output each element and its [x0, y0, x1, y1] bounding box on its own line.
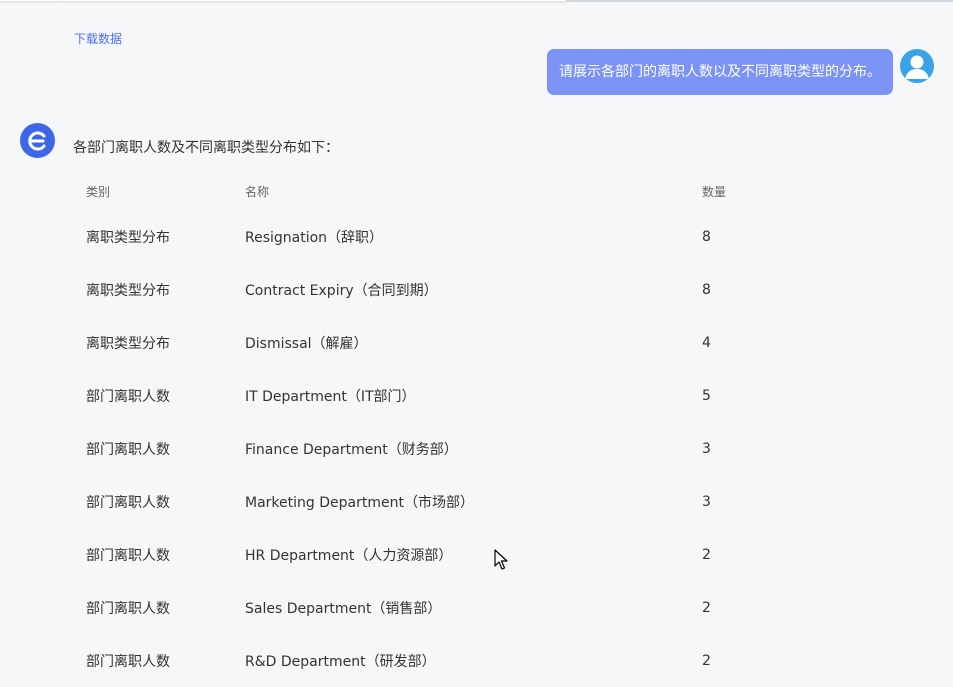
cell-count: 3 — [702, 440, 711, 457]
cell-category: 离职类型分布 — [86, 229, 170, 246]
table-row: 离职类型分布 Contract Expiry（合同到期） 8 — [86, 263, 846, 316]
cell-count: 2 — [702, 652, 711, 669]
cell-category: 部门离职人数 — [86, 388, 170, 405]
table-row: 部门离职人数 HR Department（人力资源部） 2 — [86, 528, 846, 581]
cell-count: 4 — [702, 334, 711, 351]
resignation-table: 类别 名称 数量 离职类型分布 Resignation（辞职） 8 离职类型分布… — [86, 172, 846, 687]
cell-name: Marketing Department（市场部） — [245, 494, 474, 511]
cell-category: 部门离职人数 — [86, 494, 170, 511]
user-message-bubble: 请展示各部门的离职人数以及不同离职类型的分布。 — [547, 49, 893, 95]
header-name: 名称 — [245, 184, 270, 199]
cell-count: 2 — [702, 546, 711, 563]
table-row: 离职类型分布 Resignation（辞职） 8 — [86, 210, 846, 263]
mouse-cursor-icon — [494, 549, 508, 575]
bot-logo-icon — [20, 123, 55, 158]
table-row: 部门离职人数 R&D Department（研发部） 2 — [86, 634, 846, 687]
cell-category: 部门离职人数 — [86, 547, 170, 564]
card-separator — [0, 0, 61, 1]
download-data-link[interactable]: 下载数据 — [74, 30, 122, 47]
table-header: 类别 名称 数量 — [86, 172, 846, 210]
cell-category: 离职类型分布 — [86, 282, 170, 299]
header-count: 数量 — [702, 184, 727, 199]
user-avatar-icon — [900, 49, 934, 83]
cell-category: 离职类型分布 — [86, 335, 170, 352]
top-divider — [566, 0, 953, 2]
table-row: 部门离职人数 Marketing Department（市场部） 3 — [86, 475, 846, 528]
cell-name: Finance Department（财务部） — [245, 441, 458, 458]
cell-name: Contract Expiry（合同到期） — [245, 282, 438, 299]
cell-name: HR Department（人力资源部） — [245, 547, 453, 564]
cell-name: Dismissal（解雇） — [245, 335, 368, 352]
cell-count: 8 — [702, 228, 711, 245]
cell-category: 部门离职人数 — [86, 653, 170, 670]
previous-message-card — [0, 0, 565, 3]
cell-category: 部门离职人数 — [86, 441, 170, 458]
cell-name: Sales Department（销售部） — [245, 600, 442, 617]
cell-count: 5 — [702, 387, 711, 404]
table-row: 部门离职人数 Finance Department（财务部） 3 — [86, 422, 846, 475]
bot-intro-text: 各部门离职人数及不同离职类型分布如下： — [73, 140, 339, 156]
header-category: 类别 — [86, 184, 111, 199]
table-row: 离职类型分布 Dismissal（解雇） 4 — [86, 316, 846, 369]
cell-name: IT Department（IT部门） — [245, 388, 416, 405]
cell-count: 2 — [702, 599, 711, 616]
cell-category: 部门离职人数 — [86, 600, 170, 617]
cell-name: Resignation（辞职） — [245, 229, 384, 246]
cell-name: R&D Department（研发部） — [245, 653, 436, 670]
table-row: 部门离职人数 IT Department（IT部门） 5 — [86, 369, 846, 422]
cell-count: 3 — [702, 493, 711, 510]
cell-count: 8 — [702, 281, 711, 298]
table-row: 部门离职人数 Sales Department（销售部） 2 — [86, 581, 846, 634]
